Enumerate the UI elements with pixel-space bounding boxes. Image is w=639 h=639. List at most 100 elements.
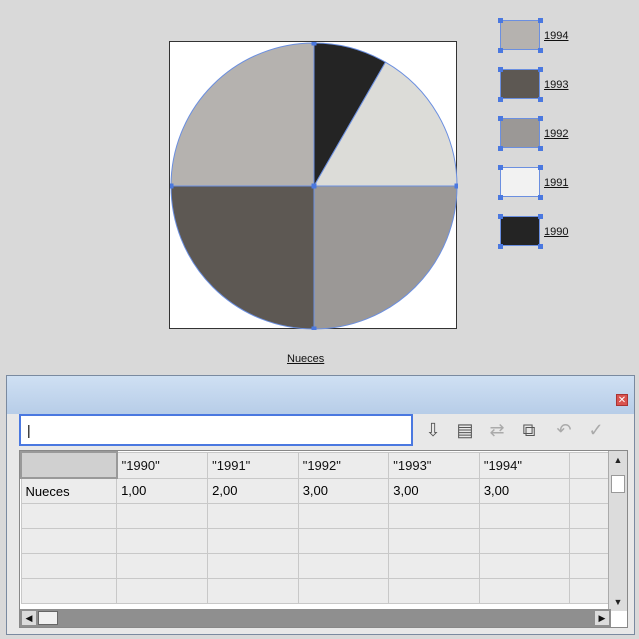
data-cell[interactable] <box>388 553 480 579</box>
data-cell[interactable]: 3,00 <box>297 477 390 504</box>
vertical-scroll-thumb[interactable] <box>611 475 625 493</box>
data-cell[interactable] <box>116 528 209 554</box>
selection-handle[interactable] <box>538 18 543 23</box>
selection-handle[interactable] <box>311 326 317 331</box>
data-grid[interactable]: "1990" "1991" "1992" "1993" "1994" Nueces 1,00… <box>19 450 628 628</box>
close-icon[interactable]: ✕ <box>616 394 628 406</box>
selection-handle[interactable] <box>538 48 543 53</box>
selection-handle[interactable] <box>498 116 503 121</box>
row-label-cell[interactable] <box>20 578 118 604</box>
row-label-cell[interactable]: Nueces <box>20 477 118 504</box>
data-cell[interactable] <box>478 578 571 604</box>
data-cell[interactable] <box>297 528 390 554</box>
import-data-icon[interactable]: ⇩ <box>421 418 445 442</box>
legend-swatch[interactable] <box>500 20 540 50</box>
data-cell[interactable] <box>388 503 480 529</box>
data-cell[interactable] <box>207 578 299 604</box>
selection-handle[interactable] <box>538 165 543 170</box>
pie-slice-1993[interactable] <box>170 185 315 330</box>
selection-handle[interactable] <box>498 48 503 53</box>
row-label-cell[interactable] <box>20 553 118 579</box>
scroll-right-icon[interactable]: ▶ <box>595 611 609 625</box>
data-cell[interactable] <box>207 553 299 579</box>
data-cell[interactable] <box>207 503 299 529</box>
selection-handle[interactable] <box>538 116 543 121</box>
data-cell[interactable] <box>297 503 390 529</box>
scroll-left-icon[interactable]: ◀ <box>22 611 36 625</box>
data-table[interactable]: "1990" "1991" "1992" "1993" "1994" Nueces 1,00… <box>20 451 627 604</box>
legend-swatch[interactable] <box>500 167 540 197</box>
pie-chart-frame[interactable] <box>169 41 458 330</box>
selection-handle[interactable] <box>311 183 317 189</box>
horizontal-scroll-thumb[interactable] <box>38 611 58 625</box>
data-cell[interactable] <box>116 553 209 579</box>
cell-style-icon[interactable]: ▤ <box>453 418 477 442</box>
legend-swatch[interactable] <box>500 118 540 148</box>
selection-handle[interactable] <box>538 67 543 72</box>
selection-handle[interactable] <box>538 244 543 249</box>
selection-handle[interactable] <box>498 146 503 151</box>
data-cell[interactable]: 3,00 <box>388 477 480 504</box>
data-cell[interactable] <box>297 553 390 579</box>
selection-handle[interactable] <box>498 195 503 200</box>
pie-chart[interactable] <box>170 42 458 330</box>
data-cell[interactable] <box>116 503 209 529</box>
selection-handle[interactable] <box>498 165 503 170</box>
data-cell[interactable] <box>116 578 209 604</box>
legend-item-1994[interactable]: 1994 <box>498 18 620 56</box>
legend-label[interactable]: 1993 <box>544 79 568 91</box>
row-label-cell[interactable] <box>20 528 118 554</box>
legend-item-1990[interactable]: 1990 <box>498 214 620 252</box>
row-label-cell[interactable] <box>20 503 118 529</box>
revert-icon[interactable]: ↶ <box>552 418 576 442</box>
data-cell[interactable] <box>207 528 299 554</box>
apply-icon[interactable]: ✓ <box>584 418 608 442</box>
data-cell[interactable] <box>297 578 390 604</box>
scroll-up-icon[interactable]: ▲ <box>611 453 625 467</box>
selection-handle[interactable] <box>498 244 503 249</box>
column-header-cell[interactable]: "1991" <box>207 451 299 479</box>
scroll-down-icon[interactable]: ▼ <box>611 595 625 609</box>
cell-value-field[interactable] <box>21 416 411 444</box>
selection-handle[interactable] <box>538 97 543 102</box>
column-header-cell[interactable]: "1993" <box>388 451 480 479</box>
column-header-cell[interactable]: "1992" <box>297 451 390 479</box>
selection-handle[interactable] <box>311 42 317 46</box>
legend-item-1993[interactable]: 1993 <box>498 67 620 105</box>
selection-handle[interactable] <box>538 146 543 151</box>
data-cell[interactable]: 1,00 <box>116 477 209 504</box>
selection-handle[interactable] <box>538 195 543 200</box>
legend-swatch[interactable] <box>500 69 540 99</box>
legend-label[interactable]: 1994 <box>544 30 568 42</box>
selection-handle[interactable] <box>170 183 174 189</box>
data-cell[interactable] <box>478 553 571 579</box>
selection-handle[interactable] <box>498 214 503 219</box>
pie-slice-1992[interactable] <box>313 185 458 330</box>
legend-label[interactable]: 1992 <box>544 128 568 140</box>
pie-label[interactable]: Nueces <box>287 353 324 365</box>
column-header-cell[interactable]: "1994" <box>478 451 571 479</box>
vertical-scrollbar[interactable]: ▲ ▼ <box>608 451 627 611</box>
panel-titlebar[interactable]: ✕ <box>7 376 634 414</box>
pie-slice-1994[interactable] <box>170 42 315 187</box>
selection-handle[interactable] <box>538 214 543 219</box>
swap-xy-icon[interactable]: ⧉ <box>517 418 541 442</box>
data-cell[interactable] <box>388 528 480 554</box>
selection-handle[interactable] <box>454 183 459 189</box>
data-cell[interactable] <box>478 528 571 554</box>
data-cell[interactable]: 2,00 <box>207 477 299 504</box>
column-header-cell[interactable]: "1990" <box>116 451 209 479</box>
selection-handle[interactable] <box>498 97 503 102</box>
legend-label[interactable]: 1990 <box>544 226 568 238</box>
legend-label[interactable]: 1991 <box>544 177 568 189</box>
switch-row-column-icon[interactable]: ⇄ <box>485 418 509 442</box>
legend-item-1991[interactable]: 1991 <box>498 165 620 203</box>
legend-swatch[interactable] <box>500 216 540 246</box>
corner-cell[interactable] <box>20 451 118 479</box>
horizontal-scrollbar[interactable]: ◀ ▶ <box>20 609 611 627</box>
data-cell[interactable]: 3,00 <box>478 477 571 504</box>
cell-value-input[interactable] <box>19 414 413 446</box>
selection-handle[interactable] <box>498 18 503 23</box>
data-cell[interactable] <box>388 578 480 604</box>
selection-handle[interactable] <box>498 67 503 72</box>
